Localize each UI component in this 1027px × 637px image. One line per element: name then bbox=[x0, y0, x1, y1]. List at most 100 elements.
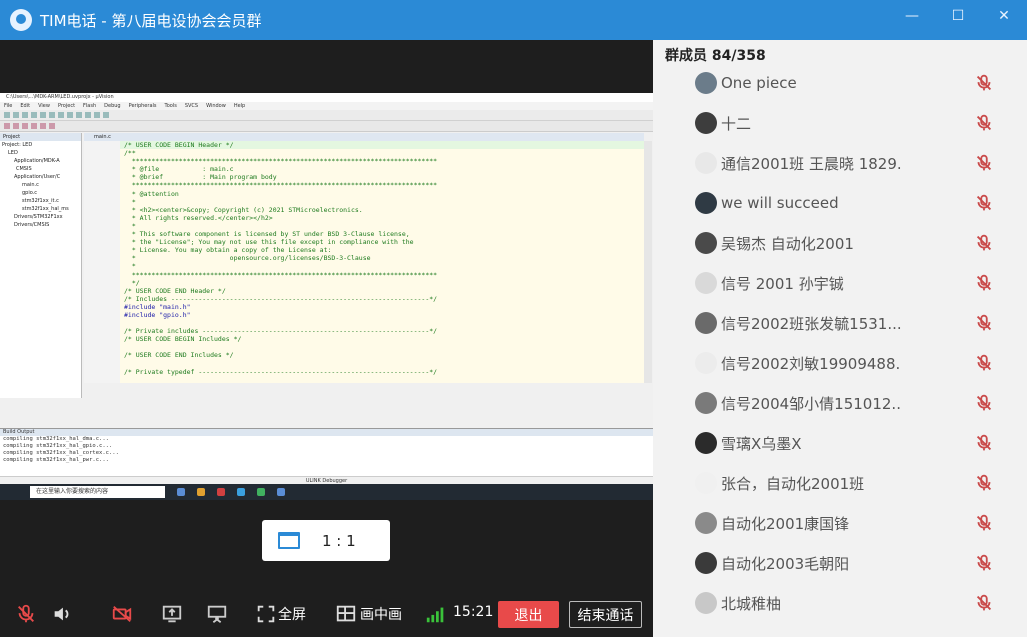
avatar bbox=[695, 392, 717, 414]
end-call-button[interactable]: 结束通话 bbox=[569, 601, 642, 628]
ide-menu-item: Project bbox=[57, 103, 76, 109]
avatar bbox=[695, 112, 717, 134]
member-item[interactable]: 通信2001班 王晨晓 1829... bbox=[695, 148, 1015, 178]
code-line: 2/** bbox=[120, 149, 644, 157]
mic-muted-icon bbox=[976, 554, 992, 571]
minimize-button[interactable]: — bbox=[889, 0, 935, 32]
code-text: #include "gpio.h" bbox=[124, 310, 191, 319]
code-line: 10 * All rights reserved.</center></h2> bbox=[120, 214, 644, 222]
code-line: 22#include "gpio.h" bbox=[120, 311, 644, 319]
avatar bbox=[695, 472, 717, 494]
build-line: compiling stm32f1xx_hal_dma.c... bbox=[3, 436, 109, 442]
ide-toolbar bbox=[0, 110, 653, 121]
code-line: 3 **************************************… bbox=[120, 157, 644, 165]
ide-menu-item: Debug bbox=[104, 103, 121, 109]
project-tree-item: Application/User/C bbox=[14, 174, 61, 180]
member-name: 自动化2001康国锋 bbox=[721, 514, 850, 533]
code-text: * bbox=[124, 262, 136, 271]
member-name: 信号2002班张发毓1531... bbox=[721, 314, 901, 333]
member-name: 信号 2001 孙宇铖 bbox=[721, 274, 844, 293]
member-item[interactable]: 十二 bbox=[695, 108, 1015, 138]
exit-button[interactable]: 退出 bbox=[498, 601, 559, 628]
mic-muted-icon[interactable] bbox=[14, 602, 38, 626]
project-tree-item: stm32f1xx_it.c bbox=[22, 198, 59, 204]
avatar bbox=[695, 152, 717, 174]
code-text: /* Includes ----------------------------… bbox=[124, 294, 438, 303]
avatar bbox=[695, 512, 717, 534]
ide-menu-item: Flash bbox=[83, 103, 97, 109]
project-tree-item: LED bbox=[8, 150, 18, 156]
close-button[interactable]: ✕ bbox=[981, 0, 1027, 32]
ide-menu-item: Help bbox=[233, 103, 246, 109]
code-text: ****************************************… bbox=[124, 181, 438, 190]
code-text: * This software component is licensed by… bbox=[124, 230, 410, 239]
mic-muted-icon bbox=[976, 394, 992, 411]
ide-menu-item: Tools bbox=[164, 103, 177, 109]
maximize-button[interactable]: ☐ bbox=[935, 0, 981, 32]
member-item[interactable]: we will succeed bbox=[695, 188, 1015, 218]
mic-muted-icon bbox=[976, 114, 992, 131]
ratio-button[interactable]: 1 : 1 bbox=[262, 520, 390, 561]
build-line: compiling stm32f1xx_hal_pwr.c... bbox=[3, 457, 109, 463]
presenter-icon[interactable] bbox=[205, 602, 229, 626]
build-output: Build Output compiling stm32f1xx_hal_dma… bbox=[0, 428, 653, 476]
member-item[interactable]: 信号2004邹小倩151012... bbox=[695, 388, 1015, 418]
project-tree-item: Application/MDK-A bbox=[14, 158, 60, 164]
member-item[interactable]: 吴锡杰 自动化2001 bbox=[695, 228, 1015, 258]
pip-label[interactable]: 画中画 bbox=[360, 604, 402, 624]
mic-muted-icon bbox=[976, 474, 992, 491]
code-text: ****************************************… bbox=[124, 270, 438, 279]
ide-body: Project Project: LED LED Application/MDK-A… bbox=[0, 133, 653, 398]
member-name: 张合，自动化2001班 bbox=[721, 474, 865, 493]
ide-menu-item: File bbox=[4, 103, 13, 109]
avatar bbox=[695, 552, 717, 574]
fullscreen-label[interactable]: 全屏 bbox=[278, 604, 306, 624]
ide-status-bar: ULINK Debugger bbox=[0, 476, 653, 484]
code-line: 4 * @file : main.c bbox=[120, 165, 644, 173]
code-text: * @brief : Main program body bbox=[124, 173, 277, 182]
member-name: 十二 bbox=[721, 114, 752, 133]
call-time: 15:21 bbox=[453, 604, 494, 620]
code-line: 7 * @attention bbox=[120, 190, 644, 198]
member-name: 吴锡杰 自动化2001 bbox=[721, 234, 854, 253]
code-line: 26 bbox=[120, 343, 644, 351]
taskbar-app-icon bbox=[277, 488, 285, 496]
member-item[interactable]: 信号 2001 孙宇铖 bbox=[695, 268, 1015, 298]
shared-screen: C:\Users\...\MDK-ARM\LED.uvprojx - µVisi… bbox=[0, 93, 653, 500]
code-line: 13 * the "License"; You may not use this… bbox=[120, 238, 644, 246]
code-line: 28 bbox=[120, 360, 644, 368]
ratio-label: 1 : 1 bbox=[322, 531, 356, 550]
member-item[interactable]: 自动化2001康国锋 bbox=[695, 508, 1015, 538]
avatar bbox=[695, 232, 717, 254]
member-panel: 群成员 84/358 One piece 十二通信2001班 王晨晓 1829..… bbox=[653, 40, 1027, 637]
code-text: * the "License"; You may not use this fi… bbox=[124, 238, 414, 247]
ide-menu: File Edit View Project Flash Debug Peripherals… bbox=[0, 102, 653, 110]
member-name: 信号2004邹小倩151012... bbox=[721, 394, 901, 413]
pip-icon[interactable] bbox=[334, 602, 358, 626]
speaker-icon[interactable] bbox=[50, 602, 74, 626]
member-item[interactable]: 信号2002班张发毓1531... bbox=[695, 308, 1015, 338]
mic-muted-icon bbox=[976, 154, 992, 171]
member-item[interactable]: 张合，自动化2001班 bbox=[695, 468, 1015, 498]
mic-muted-icon bbox=[976, 314, 992, 331]
project-header: Project bbox=[0, 133, 81, 141]
code-line: 23 bbox=[120, 319, 644, 327]
fullscreen-icon[interactable] bbox=[254, 602, 278, 626]
member-item[interactable]: 自动化2003毛朝阳 bbox=[695, 548, 1015, 578]
code-line: 19/* USER CODE END Header */ bbox=[120, 287, 644, 295]
member-item[interactable]: 雪璃X乌墨X bbox=[695, 428, 1015, 458]
code-line: 27/* USER CODE END Includes */ bbox=[120, 351, 644, 359]
member-item[interactable]: 北城稚柚 bbox=[695, 588, 1015, 618]
code-line: 1/* USER CODE BEGIN Header */ bbox=[120, 141, 644, 150]
project-panel: Project Project: LED LED Application/MDK-A… bbox=[0, 133, 82, 398]
code-text: /* USER CODE END Header */ bbox=[124, 286, 226, 295]
member-item[interactable]: One piece bbox=[695, 68, 1015, 98]
code-text: ****************************************… bbox=[124, 157, 438, 166]
member-item[interactable]: 信号2002刘敏19909488... bbox=[695, 348, 1015, 378]
member-count-heading: 群成员 84/358 bbox=[665, 48, 766, 64]
screen-share-icon[interactable] bbox=[160, 602, 184, 626]
taskbar-app-icon bbox=[197, 488, 205, 496]
windows-taskbar: 在这里输入你要搜索的内容 bbox=[0, 484, 653, 500]
taskbar-app-icon bbox=[177, 488, 185, 496]
camera-off-icon[interactable] bbox=[110, 602, 134, 626]
